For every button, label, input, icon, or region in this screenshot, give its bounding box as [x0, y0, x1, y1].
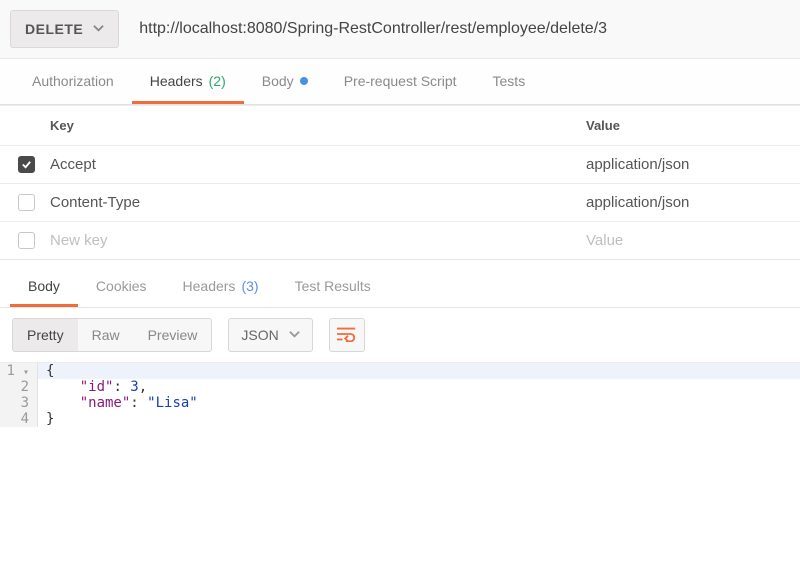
headers-table: Key Value Accept application/json Conten…	[0, 105, 800, 260]
headers-table-head: Key Value	[0, 105, 800, 145]
row-checkbox[interactable]	[18, 194, 35, 211]
resp-headers-count: (3)	[241, 278, 258, 294]
row-checkbox[interactable]	[18, 156, 35, 173]
tab-tests[interactable]: Tests	[475, 59, 544, 104]
headers-row: Content-Type application/json	[0, 183, 800, 221]
http-method-label: DELETE	[25, 21, 83, 37]
new-key-input[interactable]: New key	[50, 232, 574, 249]
view-mode-segment: Pretty Raw Preview	[12, 318, 212, 352]
line-number: 1 ▾	[0, 363, 38, 379]
code-text: "id": 3,	[38, 379, 147, 395]
line-number: 4	[0, 411, 38, 427]
resp-tab-test-results[interactable]: Test Results	[277, 264, 389, 307]
response-tabs: Body Cookies Headers (3) Test Results	[0, 264, 800, 308]
tab-headers-count: (2)	[209, 73, 226, 89]
chevron-down-icon	[93, 21, 104, 37]
resp-tab-headers[interactable]: Headers (3)	[165, 264, 277, 307]
request-bar: DELETE	[0, 0, 800, 59]
headers-row: Accept application/json	[0, 145, 800, 183]
view-pretty-button[interactable]: Pretty	[13, 319, 78, 351]
unsaved-dot-icon	[300, 77, 308, 85]
new-value-input[interactable]: Value	[586, 232, 786, 249]
tab-headers[interactable]: Headers (2)	[132, 59, 244, 104]
tab-body[interactable]: Body	[244, 59, 326, 104]
view-preview-button[interactable]: Preview	[134, 319, 212, 351]
header-key[interactable]: Content-Type	[50, 194, 574, 211]
http-method-select[interactable]: DELETE	[10, 10, 119, 48]
wrap-lines-button[interactable]	[329, 318, 365, 352]
code-line: 2 "id": 3,	[0, 379, 800, 395]
response-toolbar: Pretty Raw Preview JSON	[0, 308, 800, 363]
format-select[interactable]: JSON	[228, 318, 312, 352]
chevron-down-icon	[289, 327, 300, 343]
header-value[interactable]: application/json	[586, 156, 786, 173]
tab-authorization[interactable]: Authorization	[14, 59, 132, 104]
resp-tab-cookies[interactable]: Cookies	[78, 264, 165, 307]
code-line: 1 ▾{	[0, 363, 800, 379]
code-line: 3 "name": "Lisa"	[0, 395, 800, 411]
response-body-code[interactable]: 1 ▾{2 "id": 3,3 "name": "Lisa"4}	[0, 363, 800, 439]
code-text: {	[38, 363, 54, 379]
column-value: Value	[586, 118, 786, 133]
tab-pre-request-script[interactable]: Pre-request Script	[326, 59, 475, 104]
row-checkbox[interactable]	[18, 232, 35, 249]
header-key[interactable]: Accept	[50, 156, 574, 173]
view-raw-button[interactable]: Raw	[78, 319, 134, 351]
code-line: 4}	[0, 411, 800, 427]
line-number: 2	[0, 379, 38, 395]
header-value[interactable]: application/json	[586, 194, 786, 211]
format-label: JSON	[241, 327, 278, 343]
resp-tab-body[interactable]: Body	[10, 264, 78, 307]
wrap-icon	[337, 326, 357, 345]
headers-new-row: New key Value	[0, 221, 800, 259]
code-text: }	[38, 411, 54, 427]
url-input[interactable]	[133, 10, 790, 48]
request-tabs: Authorization Headers (2) Body Pre-reque…	[0, 59, 800, 105]
code-text: "name": "Lisa"	[38, 395, 198, 411]
line-number: 3	[0, 395, 38, 411]
column-key: Key	[50, 118, 574, 133]
